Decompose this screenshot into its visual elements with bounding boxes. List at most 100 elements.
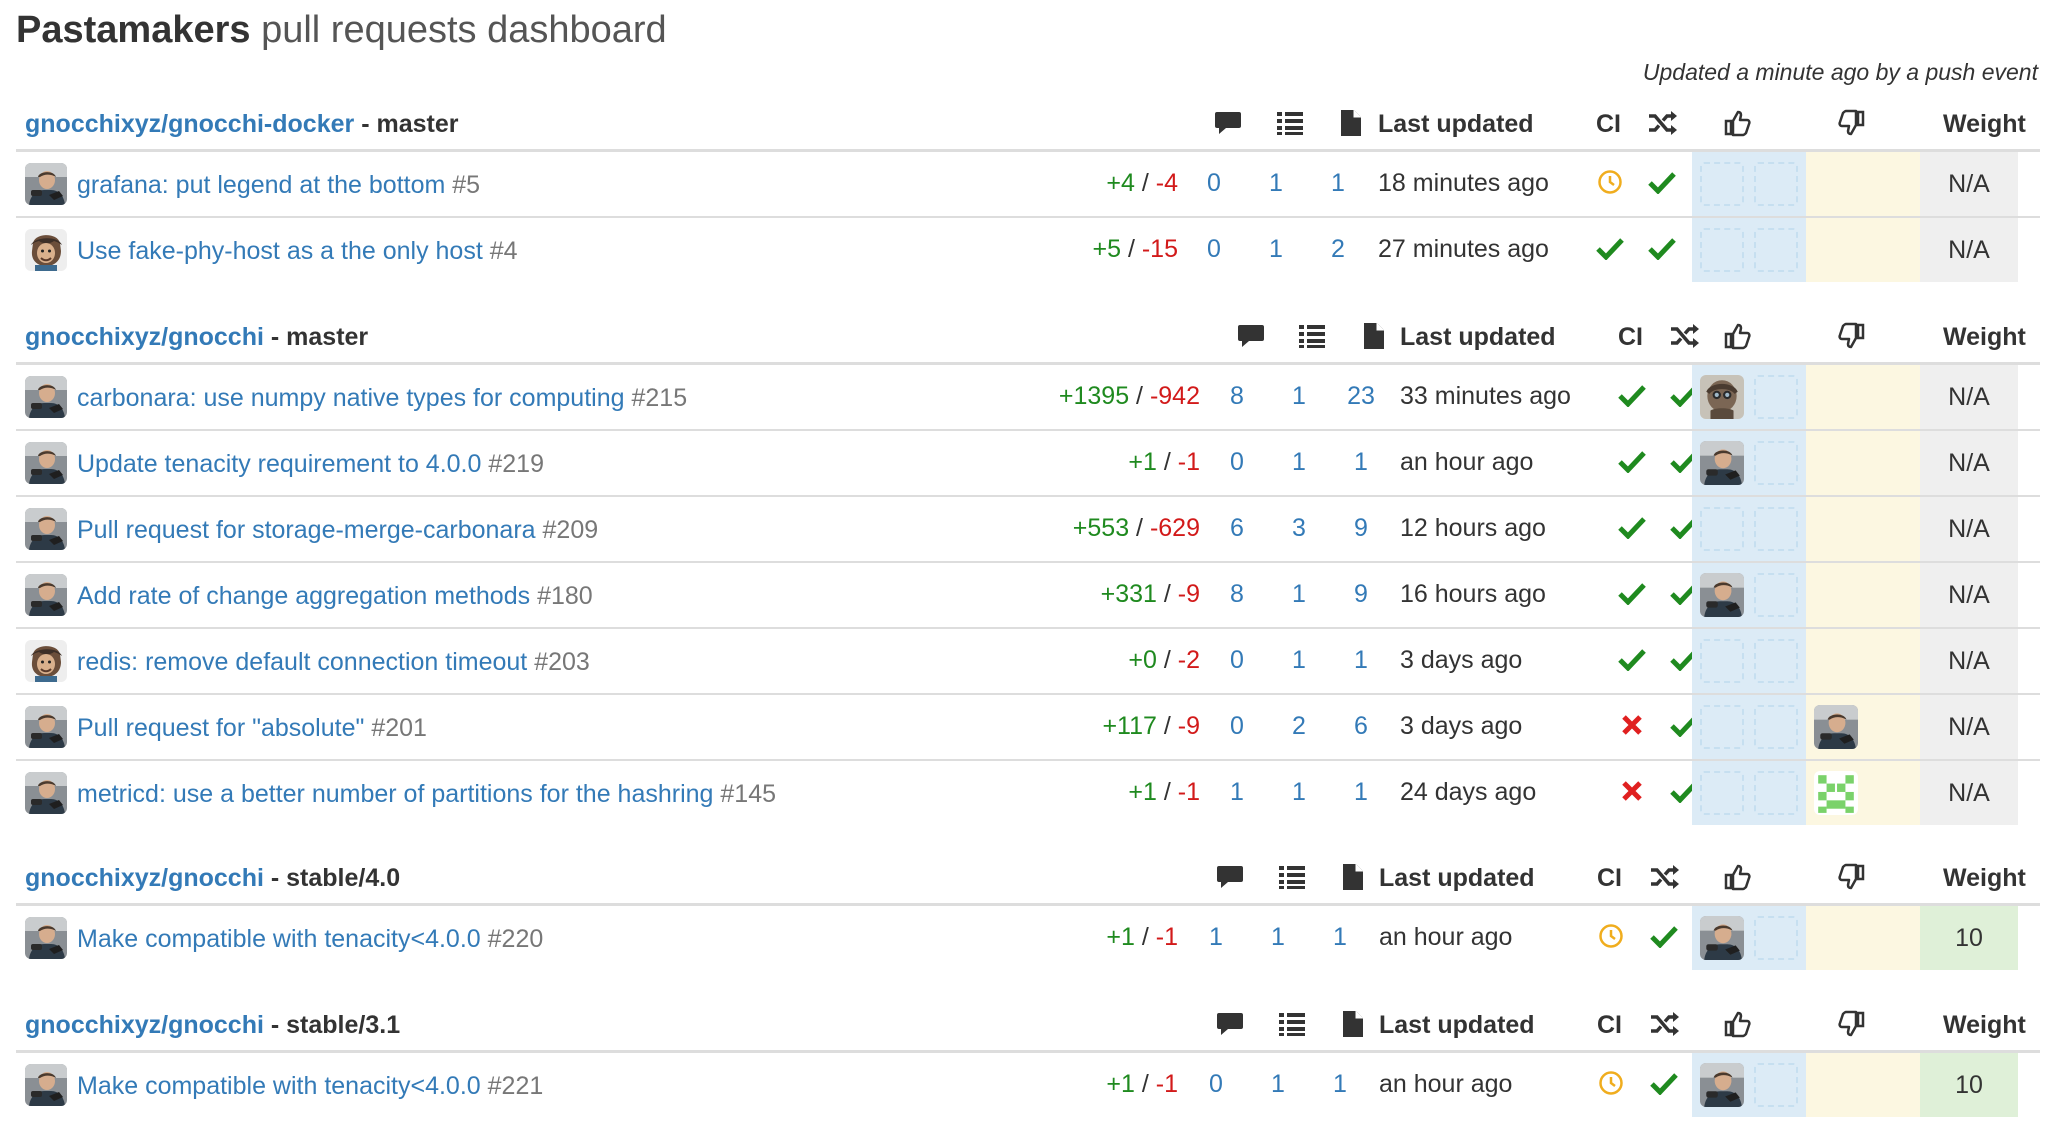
mergeable-check-icon	[1646, 232, 1678, 264]
comments-count[interactable]: 0	[1212, 712, 1262, 741]
comments-count[interactable]: 0	[1212, 646, 1262, 675]
pull-request-link[interactable]: carbonara: use numpy native types for co…	[77, 384, 687, 413]
comments-count[interactable]: 8	[1212, 382, 1262, 411]
author-avatar[interactable]	[25, 163, 67, 205]
pull-request-link[interactable]: Update tenacity requirement to 4.0.0 #21…	[77, 450, 544, 479]
empty-review-slot	[1700, 507, 1744, 551]
pull-request-title[interactable]: Pull request for storage-merge-carbonara	[77, 516, 536, 544]
commits-count[interactable]: 1	[1274, 448, 1324, 477]
files-count[interactable]: 1	[1315, 1070, 1365, 1099]
author-avatar[interactable]	[25, 706, 67, 748]
pull-request-title[interactable]: redis: remove default connection timeout	[77, 648, 527, 676]
approver-avatar[interactable]	[1700, 916, 1744, 960]
author-avatar[interactable]	[25, 229, 67, 271]
pull-request-title[interactable]: grafana: put legend at the bottom	[77, 171, 445, 199]
commits-count[interactable]: 1	[1274, 580, 1324, 609]
pull-request-link[interactable]: metricd: use a better number of partitio…	[77, 780, 776, 809]
author-avatar[interactable]	[25, 772, 67, 814]
files-count[interactable]: 9	[1336, 580, 1386, 609]
comments-count[interactable]: 1	[1212, 778, 1262, 807]
files-count[interactable]: 2	[1313, 235, 1363, 264]
pull-request-title[interactable]: carbonara: use numpy native types for co…	[77, 384, 625, 412]
diff-separator: /	[1134, 923, 1156, 951]
pull-request-title[interactable]: metricd: use a better number of partitio…	[77, 780, 713, 808]
author-avatar[interactable]	[25, 508, 67, 550]
author-avatar[interactable]	[25, 917, 67, 959]
commits-count[interactable]: 1	[1251, 169, 1301, 198]
approver-avatar[interactable]	[1700, 573, 1744, 617]
commits-count[interactable]: 2	[1274, 712, 1324, 741]
author-avatar[interactable]	[25, 574, 67, 616]
commits-count[interactable]: 1	[1253, 1070, 1303, 1099]
comments-count[interactable]: 6	[1212, 514, 1262, 543]
col-ci: CI	[1597, 1011, 1622, 1039]
files-count[interactable]: 6	[1336, 712, 1386, 741]
comments-count[interactable]: 8	[1212, 580, 1262, 609]
files-count[interactable]: 1	[1336, 778, 1386, 807]
comments-count[interactable]: 0	[1191, 1070, 1241, 1099]
pull-request-title[interactable]: Add rate of change aggregation methods	[77, 582, 530, 610]
pull-request-link[interactable]: Pull request for storage-merge-carbonara…	[77, 516, 598, 545]
repo-link[interactable]: gnocchixyz/gnocchi	[25, 1011, 264, 1039]
files-count[interactable]: 9	[1336, 514, 1386, 543]
pull-request-link[interactable]: redis: remove default connection timeout…	[77, 648, 590, 677]
pull-request-number[interactable]: #221	[488, 1072, 544, 1100]
diff-separator: /	[1134, 169, 1156, 197]
pull-request-title[interactable]: Pull request for "absolute"	[77, 714, 364, 742]
commits-count[interactable]: 1	[1251, 235, 1301, 264]
author-avatar[interactable]	[25, 1064, 67, 1106]
approver-avatar[interactable]	[1700, 441, 1744, 485]
reviewer-avatar[interactable]	[1814, 771, 1858, 815]
pull-request-number[interactable]: #215	[631, 384, 687, 412]
repo-link[interactable]: gnocchixyz/gnocchi	[25, 323, 264, 351]
commits-count[interactable]: 3	[1274, 514, 1324, 543]
commits-count[interactable]: 1	[1274, 382, 1324, 411]
repo-section: gnocchixyz/gnocchi - stable/4.0 Last upda…	[16, 848, 2040, 970]
pull-request-link[interactable]: Make compatible with tenacity<4.0.0 #221	[77, 1072, 543, 1101]
comments-count[interactable]: 0	[1189, 235, 1239, 264]
files-count[interactable]: 1	[1336, 646, 1386, 675]
pull-request-number[interactable]: #4	[490, 237, 518, 265]
approver-avatar[interactable]	[1700, 1063, 1744, 1107]
pull-request-title[interactable]: Use fake-phy-host as a the only host	[77, 237, 483, 265]
author-avatar[interactable]	[25, 640, 67, 682]
author-avatar[interactable]	[25, 442, 67, 484]
files-count[interactable]: 1	[1315, 923, 1365, 952]
empty-review-slot	[1700, 228, 1744, 272]
pull-request-number[interactable]: #145	[720, 780, 776, 808]
commits-count[interactable]: 1	[1274, 646, 1324, 675]
pull-request-number[interactable]: #5	[452, 171, 480, 199]
author-avatar[interactable]	[25, 376, 67, 418]
pull-request-number[interactable]: #180	[537, 582, 593, 610]
pull-request-title[interactable]: Make compatible with tenacity<4.0.0	[77, 925, 481, 953]
pull-request-number[interactable]: #201	[371, 714, 427, 742]
pull-request-link[interactable]: Use fake-phy-host as a the only host #4	[77, 237, 518, 266]
comments-count[interactable]: 0	[1189, 169, 1239, 198]
shuffle-icon	[1648, 108, 1678, 138]
repo-section: gnocchixyz/gnocchi - stable/3.1 Last upda…	[16, 995, 2040, 1117]
pull-request-link[interactable]: Add rate of change aggregation methods #…	[77, 582, 593, 611]
commits-count[interactable]: 1	[1274, 778, 1324, 807]
pull-request-number[interactable]: #220	[488, 925, 544, 953]
files-count[interactable]: 23	[1336, 382, 1386, 411]
pull-request-link[interactable]: Pull request for "absolute" #201	[77, 714, 427, 743]
reviewer-avatar[interactable]	[1814, 705, 1858, 749]
commits-count[interactable]: 1	[1253, 923, 1303, 952]
pull-request-link[interactable]: grafana: put legend at the bottom #5	[77, 171, 480, 200]
comments-count[interactable]: 0	[1212, 448, 1262, 477]
files-count[interactable]: 1	[1313, 169, 1363, 198]
pull-request-number[interactable]: #219	[488, 450, 544, 478]
ci-check-icon	[1616, 511, 1648, 543]
files-count[interactable]: 1	[1336, 448, 1386, 477]
pull-request-number[interactable]: #203	[534, 648, 590, 676]
pull-request-title[interactable]: Update tenacity requirement to 4.0.0	[77, 450, 481, 478]
approver-avatar[interactable]	[1700, 375, 1744, 419]
repo-link[interactable]: gnocchixyz/gnocchi-docker	[25, 110, 354, 138]
pull-request-link[interactable]: Make compatible with tenacity<4.0.0 #220	[77, 925, 543, 954]
pull-request-row: Update tenacity requirement to 4.0.0 #21…	[16, 431, 2040, 497]
comments-count[interactable]: 1	[1191, 923, 1241, 952]
pull-request-number[interactable]: #209	[543, 516, 599, 544]
repo-link[interactable]: gnocchixyz/gnocchi	[25, 864, 264, 892]
pull-request-title[interactable]: Make compatible with tenacity<4.0.0	[77, 1072, 481, 1100]
diff-stats: +4 / -4	[1106, 169, 1178, 198]
